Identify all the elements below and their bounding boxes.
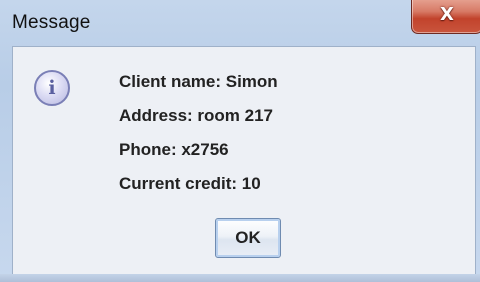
window-title: Message [12,12,91,33]
dialog-content: i Client name: Simon Address: room 217 P… [12,46,476,275]
client-name-line: Client name: Simon [119,72,278,91]
info-icon-glyph: i [48,77,56,99]
title-bar[interactable]: Message X [0,0,480,46]
close-button[interactable]: X [411,0,480,34]
address-line: Address: room 217 [119,106,273,125]
info-icon: i [34,70,70,106]
message-text: Client name: Simon Address: room 217 Pho… [119,71,278,207]
message-dialog: Message X i Client name: Simon Address: … [0,0,480,282]
window-bottom-border [0,274,480,282]
close-icon: X [440,4,454,25]
phone-line: Phone: x2756 [119,140,229,159]
credit-line: Current credit: 10 [119,174,261,193]
ok-button[interactable]: OK [215,218,281,258]
